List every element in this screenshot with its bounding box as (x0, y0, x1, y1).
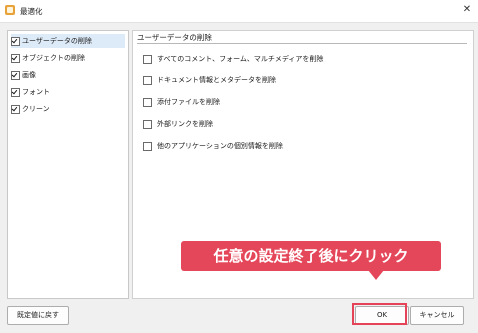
option-remove-attachments[interactable]: 添付ファイルを削除 (143, 97, 220, 107)
checkbox[interactable] (11, 87, 20, 97)
window-title: 最適化 (20, 7, 43, 16)
instruction-callout: 任意の設定終了後にクリック (181, 241, 441, 271)
sidebar-item-label: ユーザーデータの削除 (22, 37, 92, 45)
sidebar-item-images[interactable]: 画像 (11, 68, 125, 82)
option-remove-comments[interactable]: すべてのコメント、フォーム、マルチメディアを削除 (143, 54, 323, 64)
sidebar-item-clean[interactable]: クリーン (11, 102, 125, 116)
option-remove-metadata[interactable]: ドキュメント情報とメタデータを削除 (143, 75, 276, 85)
divider (137, 43, 467, 44)
sidebar-item-label: オブジェクトの削除 (22, 54, 85, 62)
sidebar-item-label: クリーン (22, 105, 50, 113)
option-label: ドキュメント情報とメタデータを削除 (157, 76, 276, 84)
option-label: 添付ファイルを削除 (157, 98, 220, 106)
title-bar: 最適化 ✕ (0, 0, 478, 23)
sidebar-item-fonts[interactable]: フォント (11, 85, 125, 99)
checkbox[interactable] (11, 70, 20, 80)
checkbox[interactable] (143, 97, 152, 107)
sidebar-item-objects[interactable]: オブジェクトの削除 (11, 51, 125, 65)
callout-pointer (368, 270, 384, 280)
checkbox[interactable] (11, 53, 20, 63)
checkbox[interactable] (11, 36, 20, 46)
panel-title: ユーザーデータの削除 (137, 33, 212, 42)
sidebar-item-label: 画像 (22, 71, 36, 79)
checkbox[interactable] (143, 141, 152, 151)
checkbox[interactable] (143, 75, 152, 85)
checkbox[interactable] (143, 54, 152, 64)
option-remove-links[interactable]: 外部リンクを削除 (143, 119, 213, 129)
option-label: 他のアプリケーションの個別情報を削除 (157, 142, 283, 150)
sidebar: ユーザーデータの削除 オブジェクトの削除 画像 フォント クリーン (7, 30, 129, 299)
checkbox[interactable] (11, 104, 20, 114)
sidebar-item-label: フォント (22, 88, 50, 96)
checkbox[interactable] (143, 119, 152, 129)
ok-highlight-frame (352, 303, 407, 325)
close-icon[interactable]: ✕ (460, 3, 474, 17)
app-icon (5, 5, 15, 15)
cancel-button[interactable]: キャンセル (410, 306, 464, 325)
option-remove-app-info[interactable]: 他のアプリケーションの個別情報を削除 (143, 141, 283, 151)
option-label: すべてのコメント、フォーム、マルチメディアを削除 (157, 55, 324, 63)
option-label: 外部リンクを削除 (157, 120, 213, 128)
reset-defaults-button[interactable]: 既定値に戻す (7, 306, 69, 325)
sidebar-item-user-data[interactable]: ユーザーデータの削除 (11, 34, 125, 48)
